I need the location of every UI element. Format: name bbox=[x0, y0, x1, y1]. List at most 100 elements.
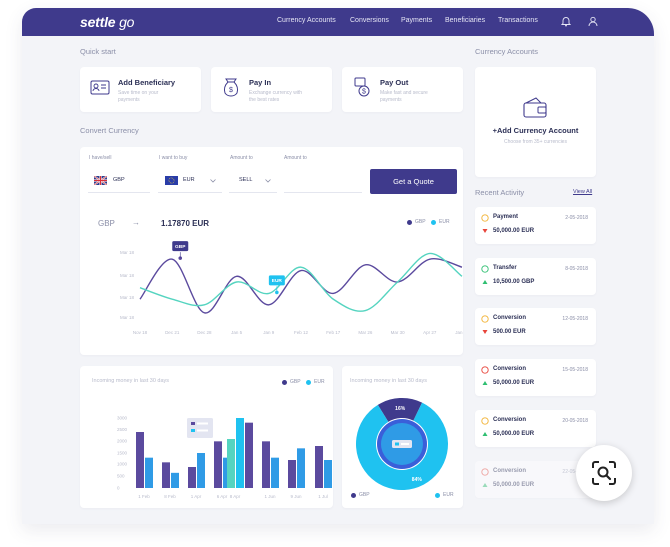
activity-item[interactable]: Conversion 12-05-2018 500.00 EUR bbox=[475, 308, 596, 345]
x-tick-label: Apr 27 bbox=[423, 330, 437, 335]
payout-icon: $ bbox=[354, 77, 370, 97]
activity-item[interactable]: Payment 2-05-2018 50,000.00 EUR bbox=[475, 207, 596, 244]
logo[interactable]: settle go bbox=[80, 14, 134, 30]
y-tick-label: 2000 bbox=[117, 439, 128, 444]
x-tick-label: Mar 30 bbox=[391, 330, 406, 335]
add-currency-account-sub: Choose from 35+ currencies bbox=[504, 139, 567, 145]
x-tick-label: Jan 28 bbox=[455, 330, 463, 335]
status-icon bbox=[481, 417, 489, 425]
nav-beneficiaries[interactable]: Beneficiaries bbox=[445, 17, 485, 24]
quick-start-pay-in[interactable]: $ Pay In Exchange currency with the best… bbox=[211, 67, 332, 112]
y-tick-label: 1000 bbox=[117, 462, 128, 467]
bar-purple bbox=[162, 462, 170, 488]
card-subtitle-line2: the best rates bbox=[249, 97, 280, 103]
card-title: Pay In bbox=[249, 78, 272, 87]
add-currency-account-label: +Add Currency Account bbox=[492, 126, 579, 135]
visual-search-button[interactable] bbox=[576, 445, 632, 501]
bar-purple bbox=[288, 460, 296, 488]
recent-activity-title: Recent Activity bbox=[475, 188, 525, 197]
bar-blue bbox=[324, 460, 332, 488]
x-tick-label: 9 Jun bbox=[290, 494, 302, 499]
activity-date: 2-05-2018 bbox=[565, 215, 588, 221]
bar-blue bbox=[271, 457, 279, 488]
arrow-up-icon bbox=[482, 432, 488, 436]
activity-amount: 50,000.00 EUR bbox=[493, 431, 535, 437]
activity-item[interactable]: Transfer 8-05-2018 10,500.00 GBP bbox=[475, 258, 596, 295]
x-tick-label: 8 Feb bbox=[164, 494, 176, 499]
x-tick-label: Dec 21 bbox=[165, 330, 180, 335]
y-tick-label: Mar 18 bbox=[120, 273, 135, 278]
x-tick-label: Dec 28 bbox=[197, 330, 212, 335]
bar-blue bbox=[145, 457, 153, 488]
x-tick-label: 1 Jun bbox=[264, 494, 276, 499]
bell-icon[interactable] bbox=[561, 16, 571, 27]
arrow-up-icon bbox=[482, 280, 488, 284]
nav-currency-accounts[interactable]: Currency Accounts bbox=[277, 17, 336, 24]
activity-type: Conversion bbox=[493, 315, 527, 321]
activity-item[interactable]: Conversion 15-05-2018 50,000.00 EUR bbox=[475, 359, 596, 396]
card-subtitle-line2: payments bbox=[118, 97, 140, 103]
bar-cyan bbox=[236, 418, 244, 488]
nav-conversions[interactable]: Conversions bbox=[350, 17, 389, 24]
add-currency-account-card[interactable]: +Add Currency Account Choose from 35+ cu… bbox=[475, 67, 596, 177]
nav-transactions[interactable]: Transactions bbox=[498, 17, 538, 24]
status-icon bbox=[481, 265, 489, 273]
activity-amount: 500.00 EUR bbox=[493, 329, 526, 335]
exchange-rate-line-chart: Mar 18 Mar 18 Mar 18 Mar 18 Nov 18 Dec 21 Dec … bbox=[120, 241, 463, 335]
activity-date: 12-05-2018 bbox=[562, 316, 588, 322]
user-icon[interactable] bbox=[588, 16, 598, 27]
tooltip-line bbox=[401, 443, 409, 445]
convert-currency-title: Convert Currency bbox=[80, 126, 139, 135]
bar-tooltip bbox=[187, 418, 213, 438]
bar-purple bbox=[262, 441, 270, 488]
donut-slice-label: 84% bbox=[412, 477, 423, 483]
marker-label: GBP bbox=[175, 244, 186, 250]
activity-date: 20-05-2018 bbox=[562, 418, 588, 424]
quick-start-add-beneficiary[interactable]: Add Beneficiary Save time on your paymen… bbox=[80, 67, 201, 112]
card-title: Add Beneficiary bbox=[118, 78, 176, 87]
activity-type: Transfer bbox=[493, 265, 517, 271]
x-tick-label: 1 Jul bbox=[318, 494, 328, 499]
x-tick-label: 8 Apr bbox=[230, 494, 241, 499]
line-series-eur bbox=[139, 252, 463, 312]
y-tick-label: 3000 bbox=[117, 416, 128, 421]
bar-teal bbox=[227, 439, 235, 488]
x-tick-label: 6 Apr bbox=[217, 494, 228, 499]
incoming-money-donut-chart: 16% 84% bbox=[356, 398, 448, 490]
bar-blue bbox=[197, 453, 205, 488]
legend-dot-gbp bbox=[351, 493, 356, 498]
activity-item[interactable]: Conversion 20-05-2018 50,000.00 EUR bbox=[475, 410, 596, 447]
bar-blue bbox=[171, 472, 179, 488]
activity-date: 15-05-2018 bbox=[562, 367, 588, 373]
donut-slice-label: 16% bbox=[395, 406, 406, 412]
x-tick-label: Jan 5 bbox=[231, 330, 243, 335]
quick-start-title: Quick start bbox=[80, 47, 116, 56]
quick-start-pay-out[interactable]: $ Pay Out Make fast and secure payments bbox=[342, 67, 463, 112]
view-all-link[interactable]: View All bbox=[573, 189, 592, 195]
x-tick-label: Feb 12 bbox=[294, 330, 309, 335]
x-tick-label: Jan 9 bbox=[263, 330, 275, 335]
y-tick-label: 0 bbox=[117, 486, 120, 491]
x-tick-label: Mar 26 bbox=[358, 330, 373, 335]
bar-purple bbox=[188, 467, 196, 488]
bar-blue bbox=[297, 448, 305, 488]
card-subtitle-line2: payments bbox=[380, 97, 402, 103]
svg-text:$: $ bbox=[362, 89, 366, 96]
y-tick-label: 1500 bbox=[117, 451, 128, 456]
incoming-money-bar-chart: 3000 2500 2000 1500 1000 500 0 1 Feb 8 Feb 1 Apr 6… bbox=[117, 416, 332, 499]
card-title: Pay Out bbox=[380, 78, 409, 87]
x-tick-label: 1 Apr bbox=[191, 494, 202, 499]
activity-amount: 50,000.00 EUR bbox=[493, 380, 535, 386]
currency-accounts-title: Currency Accounts bbox=[475, 47, 538, 56]
legend-label-gbp: GBP bbox=[359, 492, 370, 498]
tooltip-swatch bbox=[191, 429, 195, 432]
status-icon bbox=[481, 214, 489, 222]
card-subtitle-line1: Save time on your bbox=[118, 90, 159, 96]
status-icon bbox=[481, 468, 489, 476]
nav-payments[interactable]: Payments bbox=[401, 17, 432, 24]
status-icon bbox=[481, 366, 489, 374]
dashboard-frame: settle go Currency Accounts Conversions … bbox=[22, 8, 654, 524]
activity-type: Conversion bbox=[493, 468, 527, 474]
y-tick-label: Mar 18 bbox=[120, 250, 135, 255]
x-tick-label: Feb 17 bbox=[326, 330, 341, 335]
